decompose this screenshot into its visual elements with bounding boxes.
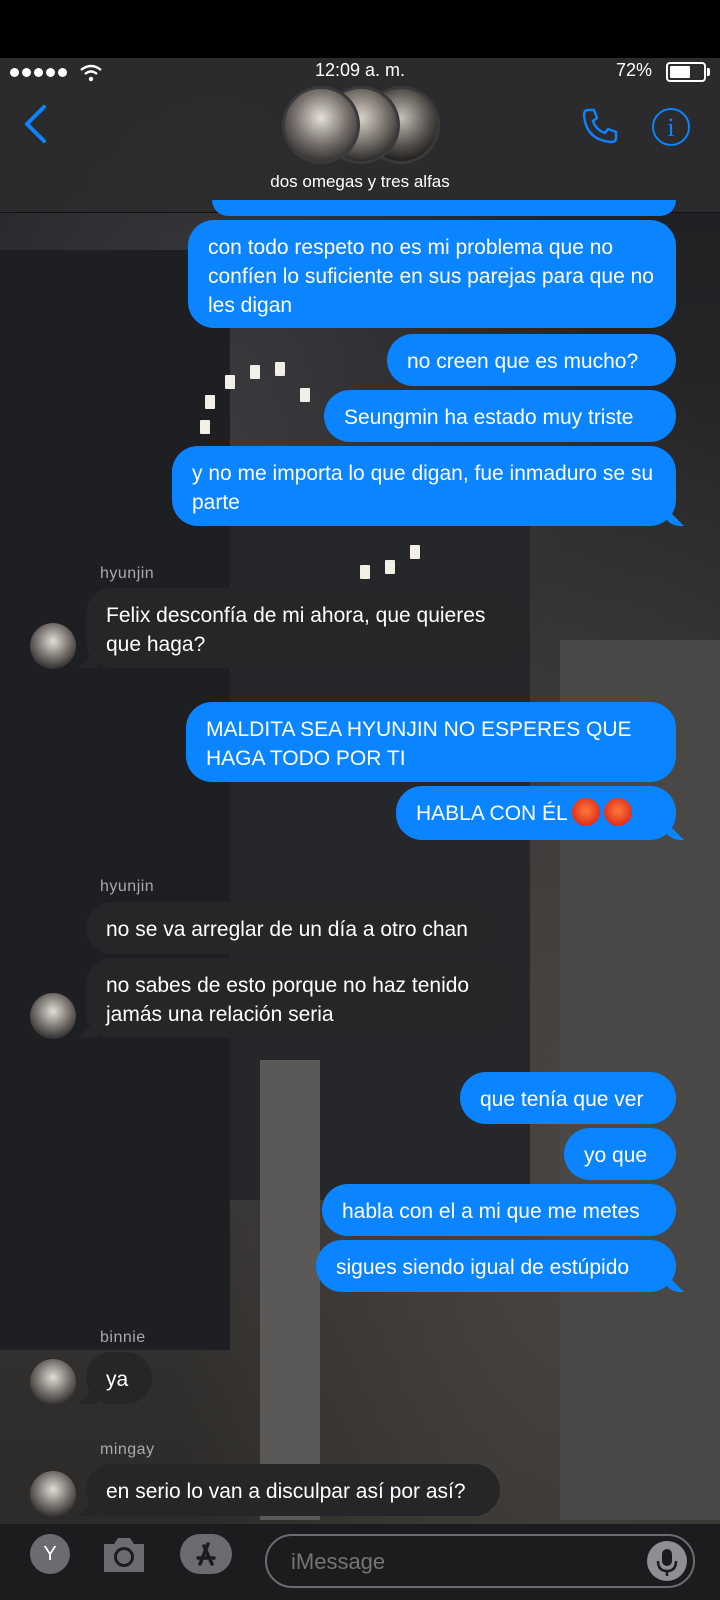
microphone-button[interactable]: [647, 1541, 687, 1581]
wallpaper-building: [0, 250, 230, 1350]
wallpaper-light: [205, 395, 215, 409]
message-text: no sabes de esto porque no haz tenido ja…: [106, 974, 470, 1026]
message-bubble-outgoing[interactable]: no creen que es mucho?: [387, 334, 676, 386]
message-input-container: [265, 1534, 695, 1588]
message-bubble-outgoing[interactable]: con todo respeto no es mi problema que n…: [188, 220, 676, 328]
wallpaper-light: [360, 565, 370, 579]
wallpaper-light: [300, 388, 310, 402]
status-bar: [0, 0, 720, 58]
message-bubble-outgoing[interactable]: sigues siendo igual de estúpido: [316, 1240, 676, 1292]
message-bubble-incoming[interactable]: no sabes de esto porque no haz tenido ja…: [86, 958, 516, 1038]
wallpaper-pillar: [260, 1060, 320, 1520]
status-time: 12:09 a. m.: [314, 60, 406, 80]
message-bubble-outgoing[interactable]: MALDITA SEA HYUNJIN NO ESPERES QUE HAGA …: [186, 702, 676, 782]
message-bubble-outgoing[interactable]: Seungmin ha estado muy triste: [324, 390, 676, 442]
group-avatars[interactable]: [282, 86, 442, 164]
back-chevron-icon[interactable]: [22, 104, 48, 144]
group-name[interactable]: dos omegas y tres alfas: [0, 172, 720, 192]
message-text: yo que: [584, 1144, 648, 1167]
sender-name: hyunjin: [100, 565, 155, 582]
message-bubble-incoming[interactable]: ya: [86, 1352, 152, 1404]
message-text: no se va arreglar de un día a otro chan: [106, 918, 468, 941]
wallpaper-light: [225, 375, 235, 389]
message-bubble-outgoing[interactable]: yo que: [564, 1128, 676, 1180]
message-bubble-incoming[interactable]: en serio lo van a disculpar así por así?: [86, 1464, 500, 1516]
microphone-icon: [656, 1549, 678, 1576]
message-text: en serio lo van a disculpar así por así?: [106, 1480, 466, 1503]
group-avatar: [282, 86, 360, 164]
info-icon[interactable]: i: [652, 108, 690, 146]
battery-icon: [666, 62, 710, 82]
sender-avatar[interactable]: [30, 1359, 76, 1405]
message-text: no creen que es mucho?: [407, 350, 639, 373]
sender-name: hyunjin: [100, 878, 155, 895]
message-bubble-outgoing[interactable]: y no me importa lo que digan, fue inmadu…: [172, 446, 676, 526]
battery-percent: 72%: [615, 60, 652, 80]
message-bubble-partial: [212, 200, 676, 216]
wallpaper-light: [250, 365, 260, 379]
message-text: habla con el a mi que me metes: [342, 1200, 640, 1223]
message-bubble-outgoing[interactable]: HABLA CON ÉL: [396, 786, 676, 840]
pouting-face-emoji-icon: [571, 798, 600, 827]
wallpaper-light: [410, 545, 420, 559]
message-text: MALDITA SEA HYUNJIN NO ESPERES QUE HAGA …: [206, 718, 632, 770]
app-drawer-button[interactable]: Y: [30, 1534, 70, 1574]
app-store-button[interactable]: [180, 1534, 232, 1574]
sender-avatar[interactable]: [30, 993, 76, 1039]
sender-name: binnie: [100, 1329, 146, 1346]
message-bubble-incoming[interactable]: no se va arreglar de un día a otro chan: [86, 902, 502, 954]
message-text: con todo respeto no es mi problema que n…: [208, 236, 654, 317]
app-store-icon: [196, 1542, 216, 1566]
message-text: sigues siendo igual de estúpido: [336, 1256, 630, 1279]
message-text: Felix desconfía de mi ahora, que quieres…: [106, 604, 486, 656]
message-bubble-outgoing[interactable]: habla con el a mi que me metes: [322, 1184, 676, 1236]
sender-name: mingay: [100, 1441, 155, 1458]
sender-avatar[interactable]: [30, 1471, 76, 1517]
phone-icon[interactable]: [580, 106, 620, 146]
message-text: Seungmin ha estado muy triste: [344, 406, 634, 429]
message-input[interactable]: [289, 1545, 613, 1579]
wallpaper-light: [385, 560, 395, 574]
camera-icon[interactable]: [100, 1534, 148, 1574]
message-text: y no me importa lo que digan, fue inmadu…: [192, 462, 654, 514]
wallpaper-light: [275, 362, 285, 376]
sender-avatar[interactable]: [30, 623, 76, 669]
pouting-face-emoji-icon: [603, 798, 632, 827]
message-text: ya: [106, 1368, 129, 1391]
wallpaper-light: [200, 420, 210, 434]
message-bubble-outgoing[interactable]: que tenía que ver: [460, 1072, 676, 1124]
message-text: HABLA CON ÉL: [416, 802, 568, 825]
message-text: que tenía que ver: [480, 1088, 644, 1111]
message-bubble-incoming[interactable]: Felix desconfía de mi ahora, que quieres…: [86, 588, 528, 668]
